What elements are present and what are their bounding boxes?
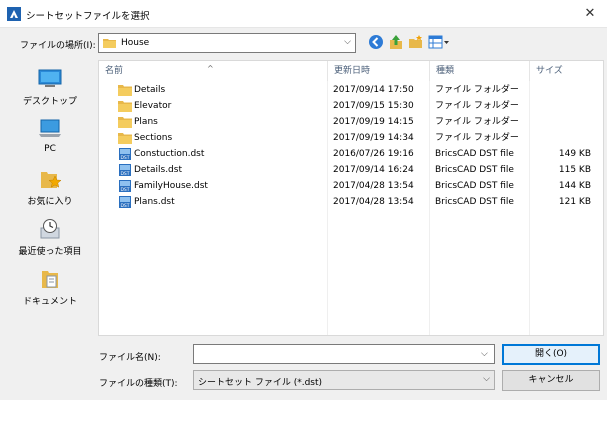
file-type: ファイル フォルダー — [435, 133, 519, 143]
place-pc[interactable]: PC — [6, 114, 94, 164]
file-size: 144 KB — [558, 181, 591, 191]
folder-icon — [118, 101, 132, 112]
view-menu-icon[interactable] — [428, 34, 450, 50]
documents-icon — [42, 271, 58, 288]
place-desktop[interactable]: デスクトップ — [6, 64, 94, 114]
file-type: ファイル フォルダー — [435, 117, 519, 127]
recent-items-icon — [40, 219, 60, 239]
file-size: 149 KB — [558, 149, 591, 159]
file-row[interactable]: Sections 2017/09/19 14:34 ファイル フォルダー — [99, 130, 603, 146]
column-header-size[interactable]: サイズ — [529, 61, 603, 81]
file-row[interactable]: DST Constuction.dst 2016/07/26 19:16 Bri… — [99, 146, 603, 162]
file-type: BricsCAD DST file — [435, 165, 514, 175]
dst-file-icon: DST — [119, 164, 131, 176]
close-button[interactable]: ✕ — [578, 4, 602, 24]
bricscad-logo-icon — [7, 7, 21, 21]
dst-file-icon: DST — [119, 196, 131, 208]
file-name: Elevator — [134, 101, 172, 111]
place-recent[interactable]: 最近使った項目 — [6, 214, 94, 264]
file-name: Sections — [134, 133, 173, 143]
file-type: ファイル フォルダー — [435, 85, 519, 95]
column-header-date[interactable]: 更新日時 — [327, 61, 429, 81]
file-type-dropdown[interactable]: シートセット ファイル (*.dst) ⌵ — [193, 370, 495, 390]
look-in-label: ファイルの場所(I): — [20, 41, 96, 51]
chevron-down-icon: ⌵ — [483, 374, 490, 384]
file-date: 2017/09/14 17:50 — [333, 85, 414, 95]
file-name: Details.dst — [134, 165, 182, 175]
svg-text:DST: DST — [120, 171, 129, 176]
place-documents[interactable]: ドキュメント — [6, 264, 94, 314]
dst-file-icon: DST — [119, 180, 131, 192]
new-folder-icon[interactable] — [408, 34, 424, 50]
folder-icon — [118, 85, 132, 96]
file-date: 2017/09/19 14:15 — [333, 117, 414, 127]
look-in-dropdown[interactable]: House ⌵ — [98, 33, 356, 53]
file-name: Plans.dst — [134, 197, 175, 207]
file-type: BricsCAD DST file — [435, 181, 514, 191]
file-size: 115 KB — [558, 165, 591, 175]
column-header-name[interactable]: ^ 名前 — [99, 61, 327, 81]
file-row[interactable]: Elevator 2017/09/15 15:30 ファイル フォルダー — [99, 98, 603, 114]
place-label: ドキュメント — [22, 297, 77, 307]
file-row[interactable]: DST Plans.dst 2017/04/28 13:54 BricsCAD … — [99, 194, 603, 210]
back-icon[interactable] — [368, 34, 384, 50]
file-row[interactable]: Plans 2017/09/19 14:15 ファイル フォルダー — [99, 114, 603, 130]
file-date: 2017/09/14 16:24 — [333, 165, 414, 175]
file-dialog: シートセットファイルを選択 ✕ ファイルの場所(I): House ⌵ デスクト… — [0, 0, 607, 424]
file-type: BricsCAD DST file — [435, 197, 514, 207]
place-favorites[interactable]: お気に入り — [6, 164, 94, 214]
open-button[interactable]: 開く(O) — [502, 344, 600, 365]
file-type: BricsCAD DST file — [435, 149, 514, 159]
file-name-input[interactable] — [193, 344, 495, 364]
chevron-down-icon[interactable]: ⌵ — [481, 349, 488, 359]
file-date: 2017/09/19 14:34 — [333, 133, 414, 143]
desktop-icon — [38, 69, 62, 87]
file-date: 2017/09/15 15:30 — [333, 101, 414, 111]
window-title: シートセットファイルを選択 — [26, 11, 150, 22]
file-type: ファイル フォルダー — [435, 101, 519, 111]
svg-text:DST: DST — [120, 187, 129, 192]
title-bar[interactable]: シートセットファイルを選択 ✕ — [0, 0, 607, 28]
file-name: Constuction.dst — [134, 149, 205, 159]
place-label: お気に入り — [27, 197, 73, 207]
svg-text:DST: DST — [120, 155, 129, 160]
file-name: Details — [134, 85, 166, 95]
file-list[interactable]: ^ 名前 更新日時 種類 サイズ Details 2017/09/14 17:5… — [98, 60, 604, 336]
places-bar: デスクトップ PC お気に入り 最近使った項目 ドキュメント — [6, 60, 94, 336]
sort-ascending-icon: ^ — [207, 64, 214, 73]
svg-text:DST: DST — [120, 203, 129, 208]
folder-icon — [118, 117, 132, 128]
chevron-down-icon: ⌵ — [344, 37, 351, 47]
file-row[interactable]: DST FamilyHouse.dst 2017/04/28 13:54 Bri… — [99, 178, 603, 194]
place-label: デスクトップ — [22, 97, 77, 107]
background-area — [0, 400, 607, 424]
column-header-type[interactable]: 種類 — [429, 61, 529, 81]
file-date: 2016/07/26 19:16 — [333, 149, 414, 159]
place-label: PC — [44, 144, 56, 154]
cancel-button[interactable]: キャンセル — [502, 370, 600, 391]
file-row[interactable]: Details 2017/09/14 17:50 ファイル フォルダー — [99, 82, 603, 98]
computer-icon — [39, 119, 61, 137]
file-name-label: ファイル名(N): — [99, 353, 161, 363]
place-label: 最近使った項目 — [18, 247, 82, 257]
look-in-value: House — [121, 38, 150, 48]
dst-file-icon: DST — [119, 148, 131, 160]
file-row[interactable]: DST Details.dst 2017/09/14 16:24 BricsCA… — [99, 162, 603, 178]
up-folder-icon[interactable] — [388, 34, 404, 50]
favorites-icon — [41, 172, 62, 188]
file-date: 2017/04/28 13:54 — [333, 181, 414, 191]
file-name: FamilyHouse.dst — [134, 181, 208, 191]
file-date: 2017/04/28 13:54 — [333, 197, 414, 207]
folder-icon — [103, 39, 116, 48]
folder-icon — [118, 133, 132, 144]
file-name: Plans — [134, 117, 158, 127]
file-type-label: ファイルの種類(T): — [99, 379, 178, 389]
file-size: 121 KB — [558, 197, 591, 207]
file-type-value: シートセット ファイル (*.dst) — [198, 378, 323, 388]
